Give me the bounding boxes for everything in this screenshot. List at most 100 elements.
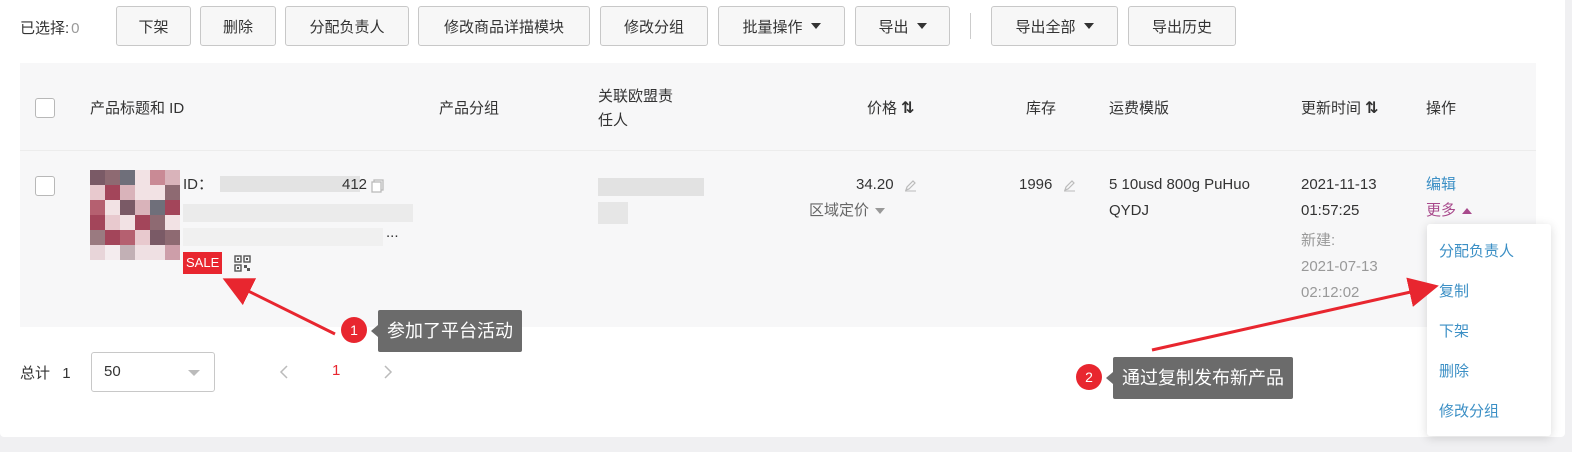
edit-price-icon[interactable]: [904, 179, 917, 192]
export-history-button[interactable]: 导出历史: [1128, 6, 1236, 46]
thumbnail-pixel: [90, 215, 105, 230]
sort-icon[interactable]: ⇅: [1365, 98, 1378, 118]
header-affiliate: 关联欧盟责 任人: [598, 85, 673, 133]
assign-owner-button[interactable]: 分配负责人: [285, 6, 409, 46]
thumbnail-pixel: [105, 215, 120, 230]
header-title-id: 产品标题和 ID: [90, 100, 185, 117]
chevron-right-icon[interactable]: [382, 364, 394, 380]
more-dropdown-toggle[interactable]: 更多: [1426, 198, 1473, 224]
export-history-label: 导出历史: [1151, 18, 1212, 36]
header-affiliate-line1: 关联欧盟责: [598, 88, 674, 105]
thumbnail-pixel: [165, 245, 180, 260]
product-id-suffix: 412: [342, 176, 368, 193]
thumbnail-pixel: [135, 230, 150, 245]
updated-date: 2021-11-13: [1301, 176, 1377, 193]
select-all-checkbox[interactable]: [35, 98, 55, 118]
price-value: 34.20: [856, 176, 894, 193]
table-row: ID： 412 ... SALE 34.20 区域定价 1996 5 10usd…: [20, 152, 1536, 327]
copy-icon[interactable]: [371, 179, 385, 193]
page-number-current[interactable]: 1: [332, 362, 340, 379]
thumbnail-pixel: [90, 230, 105, 245]
thumbnail-pixel: [150, 200, 165, 215]
created-time: 02:12:02: [1301, 284, 1360, 301]
thumbnail-pixel: [135, 245, 150, 260]
thumbnail-pixel: [165, 185, 180, 200]
regional-pricing-label: 区域定价: [809, 202, 870, 219]
export-label: 导出: [878, 18, 909, 36]
menu-item-delist[interactable]: 下架: [1439, 320, 1469, 341]
more-actions-menu: 分配负责人 复制 下架 删除 修改分组: [1427, 224, 1551, 436]
thumbnail-pixel: [90, 185, 105, 200]
caret-down-icon: [875, 208, 886, 215]
edit-stock-icon[interactable]: [1063, 179, 1076, 192]
edit-detail-module-button[interactable]: 修改商品详描模块: [418, 6, 590, 46]
header-updated-label: 更新时间: [1301, 100, 1362, 117]
edit-group-button-label: 修改分组: [623, 18, 684, 36]
qr-code-icon[interactable]: [234, 255, 251, 272]
regional-pricing-dropdown[interactable]: 区域定价: [809, 198, 886, 224]
thumbnail-pixel: [120, 230, 135, 245]
thumbnail-pixel: [165, 170, 180, 185]
page-size-value: 50: [104, 363, 121, 380]
export-all-dropdown[interactable]: 导出全部: [991, 6, 1118, 46]
annotation-callout-1: 参加了平台活动: [371, 310, 522, 352]
export-dropdown[interactable]: 导出: [855, 6, 950, 46]
menu-item-assign-owner[interactable]: 分配负责人: [1439, 240, 1514, 261]
menu-item-copy[interactable]: 复制: [1439, 280, 1469, 301]
affiliate-blurred: [598, 178, 704, 196]
header-price-label: 价格: [867, 100, 898, 117]
product-thumbnail[interactable]: [90, 170, 180, 260]
thumbnail-pixel: [135, 215, 150, 230]
shipping-line1: 5 10usd 800g PuHuo: [1109, 176, 1250, 193]
edit-group-button[interactable]: 修改分组: [600, 6, 708, 46]
thumbnail-pixel: [120, 185, 135, 200]
affiliate-blurred-line2: [598, 202, 628, 224]
header-updated-sortable[interactable]: 更新时间 ⇅: [1301, 97, 1378, 118]
header-shipping: 运费模版: [1109, 100, 1170, 117]
delete-button[interactable]: 删除: [200, 6, 276, 46]
product-title-blurred-line2: [183, 228, 383, 246]
more-label: 更多: [1426, 202, 1457, 219]
chevron-left-icon[interactable]: [278, 364, 290, 380]
assign-owner-button-label: 分配负责人: [309, 18, 385, 36]
toolbar-divider: [970, 13, 971, 39]
menu-item-delete[interactable]: 删除: [1439, 360, 1469, 381]
thumbnail-pixel: [150, 245, 165, 260]
header-affiliate-line2: 任人: [598, 112, 629, 129]
total-value: 1: [62, 365, 71, 382]
thumbnail-pixel: [135, 185, 150, 200]
total-count: 总计 1: [20, 362, 71, 383]
thumbnail-pixel: [120, 200, 135, 215]
header-actions: 操作: [1426, 100, 1457, 117]
selected-count-label: 已选择: 0: [20, 17, 80, 38]
delist-button[interactable]: 下架: [116, 6, 191, 46]
created-date: 2021-07-13: [1301, 258, 1378, 275]
stock-value: 1996: [1019, 176, 1053, 193]
edit-link[interactable]: 编辑: [1426, 172, 1456, 198]
annotation-number-1: 1: [341, 317, 367, 343]
row-checkbox[interactable]: [35, 176, 55, 196]
stock-cell: 1996: [1019, 172, 1076, 198]
header-price-sortable[interactable]: 价格 ⇅: [867, 97, 914, 118]
thumbnail-pixel: [150, 215, 165, 230]
caret-down-icon: [810, 23, 821, 29]
product-id-blurred: [220, 176, 360, 192]
thumbnail-pixel: [120, 170, 135, 185]
sale-badge: SALE: [183, 252, 223, 274]
thumbnail-pixel: [105, 170, 120, 185]
thumbnail-pixel: [120, 245, 135, 260]
export-all-label: 导出全部: [1015, 18, 1076, 36]
product-list-panel: 已选择: 0 下架 删除 分配负责人 修改商品详描模块 修改分组 批量操作 导出 …: [0, 0, 1565, 437]
page-size-select[interactable]: 50: [91, 352, 215, 392]
batch-ops-dropdown[interactable]: 批量操作: [718, 6, 845, 46]
annotation-callout-2: 通过复制发布新产品: [1106, 357, 1293, 399]
thumbnail-pixel: [165, 230, 180, 245]
delist-button-label: 下架: [138, 18, 169, 36]
sort-icon[interactable]: ⇅: [901, 98, 914, 118]
shipping-template-cell: 5 10usd 800g PuHuo QYDJ: [1109, 172, 1250, 224]
updated-time: 01:57:25: [1301, 202, 1360, 219]
menu-item-edit-group[interactable]: 修改分组: [1439, 400, 1499, 421]
caret-down-icon: [916, 23, 927, 29]
thumbnail-pixel: [150, 170, 165, 185]
caret-down-icon: [188, 370, 200, 376]
